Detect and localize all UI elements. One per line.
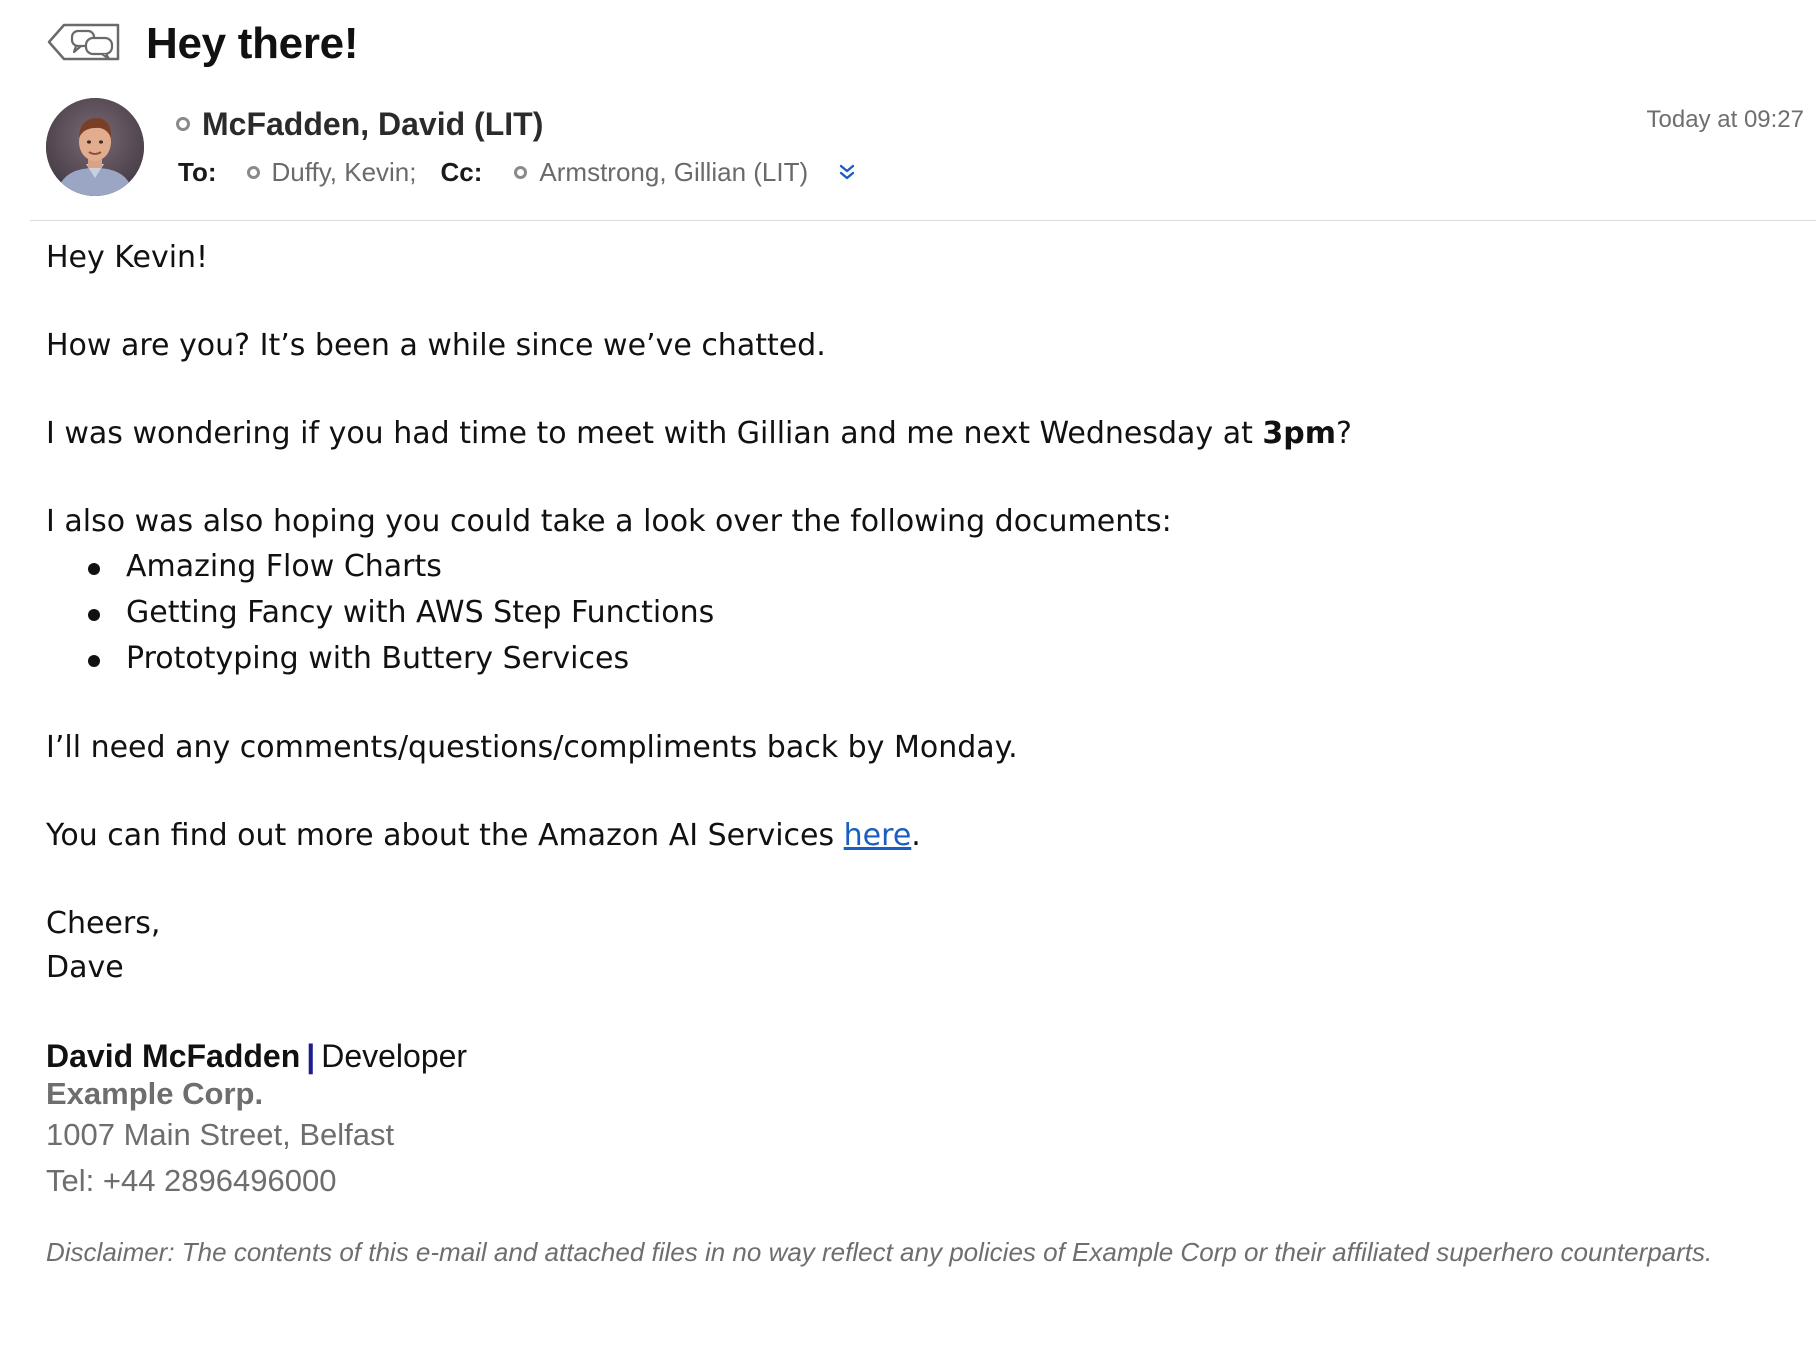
avatar-photo <box>46 98 144 196</box>
signature-separator: | <box>306 1038 316 1074</box>
chevron-double-down-icon[interactable] <box>836 160 858 184</box>
paragraph-text: ? <box>1336 416 1352 451</box>
recipient-name: Duffy, Kevin; <box>271 156 417 187</box>
received-timestamp: Today at 09:27 <box>1646 106 1804 133</box>
sender-avatar[interactable] <box>46 98 144 196</box>
sender-row: McFadden, David (LIT) <box>176 104 543 144</box>
closing: Cheers, <box>46 906 161 941</box>
email-body: Hey Kevin! How are you? It’s been a whil… <box>46 236 1786 990</box>
paragraph-text: You can find out more about the Amazon A… <box>46 818 844 853</box>
signature-phone[interactable]: Tel: +44 2896496000 <box>46 1158 467 1204</box>
subject-row: Hey there! <box>46 14 359 74</box>
cc-recipient[interactable]: Armstrong, Gillian (LIT) <box>514 157 808 188</box>
documents-list: Amazing Flow Charts Getting Fancy with A… <box>46 544 1786 682</box>
meeting-time: 3pm <box>1262 416 1337 451</box>
list-item: Getting Fancy with AWS Step Functions <box>46 590 1786 636</box>
info-paragraph: You can find out more about the Amazon A… <box>46 814 1786 858</box>
header-divider <box>30 220 1816 221</box>
body-paragraph: How are you? It’s been a while since we’… <box>46 328 826 363</box>
meeting-request-paragraph: I was wondering if you had time to meet … <box>46 412 1786 456</box>
signature-company: Example Corp. <box>46 1076 264 1111</box>
email-disclaimer: Disclaimer: The contents of this e-mail … <box>46 1237 1713 1267</box>
list-item: Amazing Flow Charts <box>46 544 1786 590</box>
recipients-row: To: Duffy, Kevin; Cc: Armstrong, Gillian… <box>178 154 858 190</box>
recipient-name: Armstrong, Gillian (LIT) <box>539 156 809 187</box>
signature-role: Developer <box>321 1038 468 1074</box>
signature-address: 1007 Main Street, Belfast <box>46 1117 395 1152</box>
here-link[interactable]: here <box>844 818 912 853</box>
closing-name: Dave <box>46 950 124 985</box>
greeting: Hey Kevin! <box>46 240 209 275</box>
email-subject: Hey there! <box>146 19 359 68</box>
paragraph-text: I was wondering if you had time to meet … <box>46 416 1263 451</box>
cc-label: Cc: <box>440 156 483 187</box>
conversation-back-icon[interactable] <box>46 22 122 66</box>
sender-name[interactable]: McFadden, David (LIT) <box>202 106 543 143</box>
signature-name-line: David McFadden | Developer <box>46 1036 467 1076</box>
documents-intro: I also was also hoping you could take a … <box>46 504 1172 539</box>
to-label: To: <box>178 156 217 187</box>
email-signature: David McFadden | Developer Example Corp. 1… <box>46 1036 467 1204</box>
list-item: Prototyping with Buttery Services <box>46 636 1786 682</box>
body-paragraph: I’ll need any comments/questions/complim… <box>46 730 1018 765</box>
presence-offline-icon <box>176 117 190 131</box>
presence-offline-icon <box>246 165 260 179</box>
presence-offline-icon <box>514 165 528 179</box>
signature-name: David McFadden <box>46 1038 301 1074</box>
to-recipient[interactable]: Duffy, Kevin; <box>246 156 417 188</box>
paragraph-text: . <box>911 818 921 853</box>
